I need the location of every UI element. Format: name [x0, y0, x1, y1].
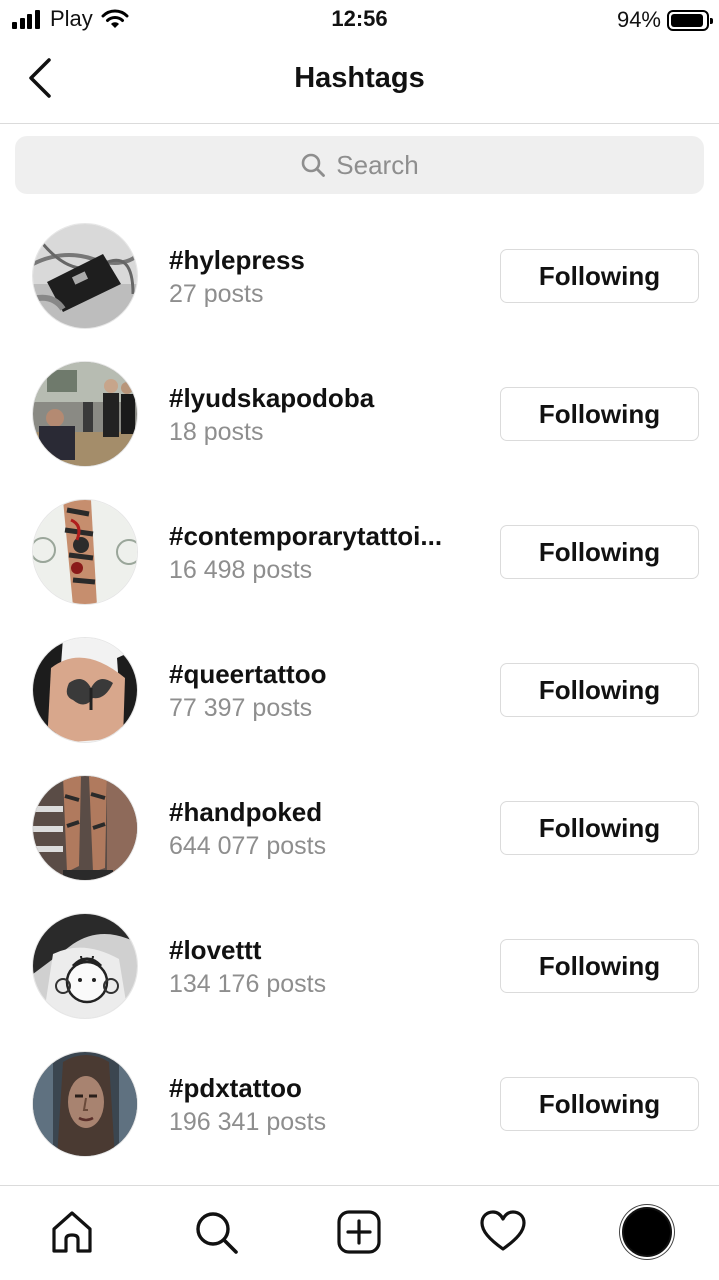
- search-icon: [196, 1212, 238, 1254]
- profile-avatar: [622, 1207, 672, 1257]
- battery-icon: [667, 9, 713, 31]
- list-item[interactable]: #lyudskapodoba 18 posts Following: [0, 345, 719, 483]
- carrier-name: Play: [50, 6, 93, 31]
- hashtags-screen: Play 12:56 94% Hashtags Search #hylepres…: [0, 0, 719, 1280]
- following-button[interactable]: Following: [500, 249, 699, 303]
- list-item[interactable]: #handpoked 644 077 posts Following: [0, 759, 719, 897]
- list-item[interactable]: #contemporarytattoi... 16 498 posts Foll…: [0, 483, 719, 621]
- heart-icon: [480, 1210, 526, 1251]
- list-item[interactable]: #hylepress 27 posts Following: [0, 207, 719, 345]
- chevron-left-icon: [29, 58, 51, 98]
- hashtag-list: #hylepress 27 posts Following #lyudskapo…: [0, 207, 719, 1173]
- following-button[interactable]: Following: [500, 525, 699, 579]
- list-item[interactable]: #queertattoo 77 397 posts Following: [0, 621, 719, 759]
- home-icon: [52, 1211, 92, 1253]
- hashtag-post-count: 27 posts: [169, 280, 264, 308]
- hashtag-thumbnail[interactable]: [32, 637, 138, 743]
- following-button[interactable]: Following: [500, 801, 699, 855]
- hashtag-post-count: 644 077 posts: [169, 832, 327, 860]
- battery-percent: 94%: [616, 7, 661, 32]
- hashtag-name: #lovettt: [169, 935, 262, 965]
- page-title: Hashtags: [294, 62, 425, 94]
- header: Hashtags: [0, 40, 719, 124]
- hashtag-name: #lyudskapodoba: [169, 383, 375, 413]
- hashtag-thumbnail[interactable]: [32, 499, 138, 605]
- following-button[interactable]: Following: [500, 1077, 699, 1131]
- status-right: 94%: [616, 7, 713, 33]
- tab-profile[interactable]: [619, 1204, 675, 1260]
- hashtag-thumbnail[interactable]: [32, 775, 138, 881]
- list-item[interactable]: #lovettt 134 176 posts Following: [0, 897, 719, 1035]
- hashtag-name: #queertattoo: [169, 659, 327, 689]
- hashtag-name: #contemporarytattoi...: [169, 521, 443, 551]
- hashtag-thumbnail[interactable]: [32, 223, 138, 329]
- following-button[interactable]: Following: [500, 387, 699, 441]
- back-button[interactable]: [18, 54, 62, 102]
- hashtag-name: #pdxtattoo: [169, 1073, 302, 1103]
- hashtag-name: #handpoked: [169, 797, 323, 827]
- search-input[interactable]: Search: [15, 136, 704, 194]
- hashtag-thumbnail[interactable]: [32, 1051, 138, 1157]
- wifi-icon: [101, 9, 129, 28]
- tab-home[interactable]: [44, 1204, 100, 1260]
- hashtag-post-count: 134 176 posts: [169, 970, 327, 998]
- tab-new-post[interactable]: [331, 1204, 387, 1260]
- status-bar: Play 12:56 94%: [0, 0, 719, 40]
- battery-fill: [671, 13, 703, 27]
- following-button[interactable]: Following: [500, 939, 699, 993]
- hashtag-post-count: 77 397 posts: [169, 694, 313, 722]
- hashtag-name: #hylepress: [169, 245, 305, 275]
- search-icon: [301, 153, 326, 177]
- bottom-tab-bar: [0, 1185, 719, 1280]
- new-post-icon: [337, 1210, 381, 1254]
- tab-search[interactable]: [188, 1204, 244, 1260]
- hashtag-post-count: 16 498 posts: [169, 556, 313, 584]
- hashtag-post-count: 196 341 posts: [169, 1108, 327, 1136]
- search-placeholder: Search: [336, 149, 419, 180]
- tab-activity[interactable]: [475, 1204, 531, 1260]
- list-item[interactable]: #pdxtattoo 196 341 posts Following: [0, 1035, 719, 1173]
- hashtag-thumbnail[interactable]: [32, 913, 138, 1019]
- hashtag-thumbnail[interactable]: [32, 361, 138, 467]
- status-left: Play: [12, 6, 129, 32]
- hashtag-post-count: 18 posts: [169, 418, 264, 446]
- cellular-signal-icon: [12, 9, 42, 29]
- following-button[interactable]: Following: [500, 663, 699, 717]
